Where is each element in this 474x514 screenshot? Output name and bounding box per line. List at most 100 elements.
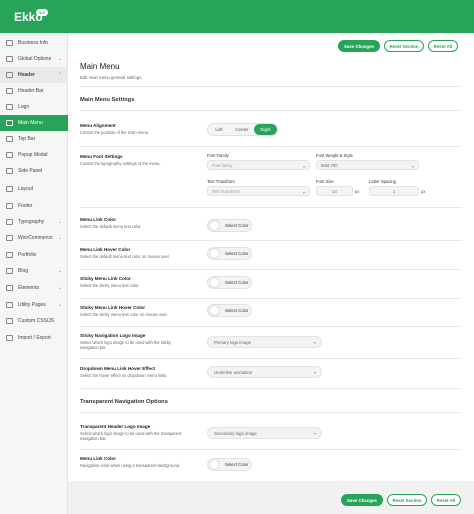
letter-spacing-input[interactable]: 1	[369, 186, 419, 196]
sticky-menu-link-hover-color-desc: Select the sticky menu text color on mou…	[80, 312, 168, 317]
menu-alignment-desc: Control the position of the main menu.	[80, 130, 150, 135]
divider	[80, 449, 462, 450]
divider	[80, 146, 462, 147]
divider	[80, 110, 462, 111]
side-panel-icon	[6, 168, 13, 174]
sidebar-item-side-panel[interactable]: Side Panel	[0, 163, 68, 179]
typography-icon	[6, 219, 13, 225]
divider	[80, 240, 462, 241]
select-color-label: Select Color	[225, 308, 249, 313]
version-badge: 3.5	[36, 9, 48, 16]
letter-spacing-label: Letter Spacing	[369, 179, 397, 184]
footer-reset-all-button[interactable]: Reset All	[431, 494, 461, 506]
sidebar-item-footer[interactable]: Footer	[0, 198, 68, 214]
divider	[80, 412, 462, 413]
transparent-menu-link-color-picker[interactable]: Select Color	[207, 458, 252, 471]
sidebar-item-custom-css-js[interactable]: Custom CSS/JS	[0, 313, 68, 329]
layout-icon	[6, 186, 13, 192]
sidebar-item-utility-pages[interactable]: Utility Pages ⌄	[0, 297, 68, 313]
align-right-option[interactable]: Right	[254, 124, 277, 135]
divider	[80, 269, 462, 270]
header-bar-icon	[6, 88, 13, 94]
font-family-label: Font Family	[207, 153, 229, 158]
chevron-down-icon: ⌄	[57, 268, 62, 274]
font-size-unit: px	[355, 189, 360, 194]
cart-icon	[6, 235, 13, 241]
divider	[80, 207, 462, 208]
sticky-menu-link-color-desc: Select the sticky menu text color.	[80, 283, 140, 288]
sidebar-item-import-export[interactable]: Import / Export	[0, 330, 68, 346]
chevron-down-icon: ⌄	[57, 56, 62, 62]
color-swatch	[209, 248, 220, 259]
section-heading-transparent-navigation: Transparent Navigation Options	[80, 399, 168, 405]
transparent-menu-link-color-desc: Navigation color when using a transparen…	[80, 463, 181, 468]
save-changes-button[interactable]: Save Changes	[338, 40, 380, 52]
sidebar-item-label: Utility Pages	[18, 302, 46, 308]
top-bar-icon	[6, 136, 13, 142]
sidebar-item-top-bar[interactable]: Top Bar	[0, 131, 68, 147]
sticky-logo-select[interactable]: Primary logo image ▾	[207, 336, 322, 348]
sidebar-item-header-bar[interactable]: Header Bar	[0, 83, 68, 99]
sidebar-item-logo[interactable]: Logo	[0, 99, 68, 115]
footer-save-changes-button[interactable]: Save Changes	[341, 494, 383, 506]
footer-reset-section-button[interactable]: Reset Section	[387, 494, 427, 506]
sticky-logo-desc: Select which logo image to be used with …	[80, 340, 172, 351]
sidebar-item-global-options[interactable]: Global Options ⌄	[0, 51, 68, 67]
dropdown-hover-effect-value: Underline animation	[214, 369, 253, 375]
transparent-logo-select[interactable]: Secondary logo image ▾	[207, 427, 322, 439]
chevron-down-icon: ▾	[313, 431, 316, 436]
menu-font-settings-label: Menu Font Settings	[80, 154, 123, 159]
popup-icon	[6, 152, 13, 158]
align-left-option[interactable]: Left	[208, 124, 230, 135]
sidebar: Business Info Global Options ⌄ Header ⌃ He…	[0, 33, 68, 514]
section-heading-main-menu-settings: Main Menu Settings	[80, 97, 135, 103]
sticky-menu-link-hover-color-picker[interactable]: Select Color	[207, 304, 252, 317]
dropdown-hover-effect-desc: Select the hover effect on dropdown menu…	[80, 373, 168, 378]
font-family-select[interactable]: Font family ▾	[207, 160, 310, 170]
text-transform-select[interactable]: Text Transform ▾	[207, 186, 310, 196]
page-subtitle: Edit main menu general settings.	[80, 75, 143, 80]
select-color-label: Select Color	[225, 251, 249, 256]
chevron-down-icon: ⌄	[57, 235, 62, 241]
sidebar-item-elements[interactable]: Elements ⌄	[0, 280, 68, 296]
align-center-option[interactable]: Center	[230, 124, 254, 135]
sidebar-item-typography[interactable]: Typography ⌄	[0, 214, 68, 230]
font-weight-select[interactable]: Bold 700 ▾	[316, 160, 419, 170]
font-size-input[interactable]: 14	[316, 186, 353, 196]
sidebar-item-blog[interactable]: Blog ⌄	[0, 263, 68, 279]
sticky-menu-link-hover-color-label: Sticky Menu Link Hover Color	[80, 305, 146, 310]
reset-all-button[interactable]: Reset All	[428, 40, 458, 52]
sidebar-item-label: Header Bar	[18, 88, 44, 94]
transparent-logo-desc: Select which logo image to be used with …	[80, 431, 182, 442]
reset-section-button[interactable]: Reset Section	[384, 40, 424, 52]
sidebar-item-woocommerce[interactable]: WooCommerce ⌄	[0, 230, 68, 246]
chevron-down-icon: ▾	[411, 164, 414, 169]
sidebar-item-layout[interactable]: Layout	[0, 181, 68, 197]
menu-link-color-desc: Select the default menu text color.	[80, 224, 142, 229]
sidebar-item-label: Top Bar	[18, 136, 36, 142]
globe-icon	[6, 56, 13, 62]
sidebar-item-business-info[interactable]: Business Info	[0, 35, 68, 51]
dropdown-hover-effect-select[interactable]: Underline animation ▾	[207, 366, 322, 378]
color-swatch	[209, 459, 220, 470]
business-icon	[6, 40, 13, 46]
transparent-logo-label: Transparent Header Logo Image	[80, 424, 151, 429]
chevron-down-icon: ⌄	[57, 302, 62, 308]
sidebar-item-label: Side Panel	[18, 168, 43, 174]
menu-link-hover-color-picker[interactable]: Select Color	[207, 247, 252, 260]
sticky-menu-link-color-picker[interactable]: Select Color	[207, 276, 252, 289]
color-swatch	[209, 220, 220, 231]
menu-link-color-picker[interactable]: Select Color	[207, 219, 252, 232]
chevron-down-icon: ⌄	[57, 285, 62, 291]
font-weight-value: Bold 700	[321, 162, 338, 168]
sidebar-item-portfolio[interactable]: Portfolio	[0, 247, 68, 263]
text-transform-label: Text Transform	[207, 179, 235, 184]
sidebar-item-popup-modal[interactable]: Popup Modal	[0, 147, 68, 163]
transparent-menu-link-color-label: Menu Link Color	[80, 456, 116, 461]
import-export-icon	[6, 335, 13, 341]
sidebar-item-label: Elements	[18, 285, 39, 291]
sidebar-item-header[interactable]: Header ⌃	[0, 67, 68, 83]
header-icon	[6, 72, 13, 78]
sidebar-item-label: Popup Modal	[18, 152, 48, 158]
sidebar-item-main-menu[interactable]: Main Menu	[0, 115, 68, 131]
